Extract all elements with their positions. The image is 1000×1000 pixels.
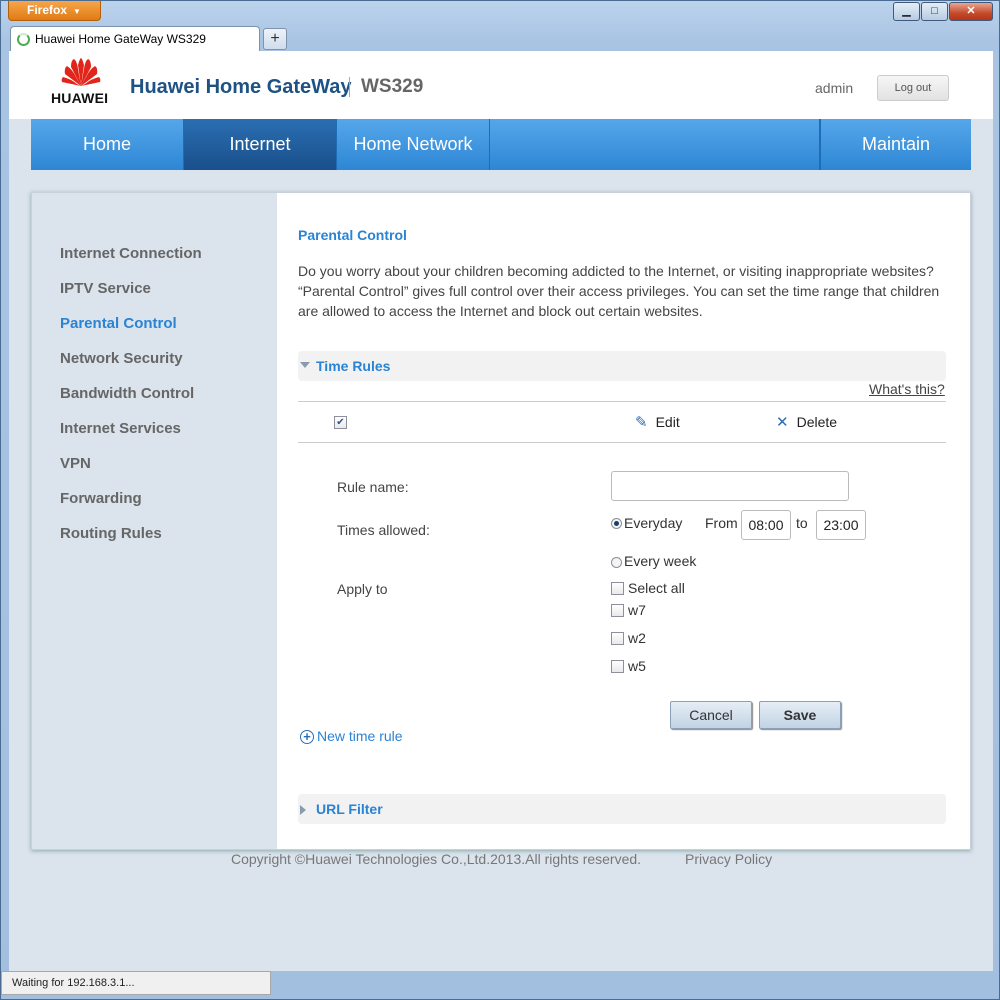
new-tab-button[interactable]: + <box>263 28 287 50</box>
new-time-rule-label: New time rule <box>317 728 403 744</box>
page-header: HUAWEI Huawei Home GateWay WS329 admin L… <box>9 51 993 119</box>
expand-triangle-icon <box>300 805 306 815</box>
from-time-input[interactable]: 08:00 <box>741 510 791 540</box>
sidebar-item-network-security[interactable]: Network Security <box>60 350 183 367</box>
url-filter-section-header[interactable]: URL Filter <box>298 794 946 824</box>
main-nav: Home Internet Home Network Maintain <box>31 119 971 170</box>
rule-name-input[interactable] <box>611 471 849 501</box>
every-week-label: Every week <box>624 553 697 569</box>
browser-window: Firefox ▼ ▁ □ ✕ Huawei Home GateWay WS329… <box>0 0 1000 1000</box>
sidebar-item-internet-connection[interactable]: Internet Connection <box>60 245 202 262</box>
browser-tab[interactable]: Huawei Home GateWay WS329 <box>10 26 260 51</box>
new-time-rule-link[interactable]: + New time rule <box>300 728 403 744</box>
divider <box>298 401 946 402</box>
select-all-rules-checkbox[interactable]: ✔ <box>334 416 347 429</box>
dropdown-arrow-icon: ▼ <box>73 7 81 16</box>
nav-maintain[interactable]: Maintain <box>820 119 971 170</box>
sidebar-item-iptv-service[interactable]: IPTV Service <box>60 280 151 297</box>
privacy-policy-link[interactable]: Privacy Policy <box>685 851 772 867</box>
sidebar-item-routing-rules[interactable]: Routing Rules <box>60 525 162 542</box>
maximize-button[interactable]: □ <box>921 2 948 21</box>
to-time-input[interactable]: 23:00 <box>816 510 866 540</box>
sidebar-item-internet-services[interactable]: Internet Services <box>60 420 181 437</box>
page-description: Do you worry about your children becomin… <box>298 263 940 319</box>
page-title: Parental Control <box>298 227 407 243</box>
select-all-devices-checkbox[interactable] <box>611 582 624 595</box>
edit-icon: ✎ <box>635 414 648 431</box>
header-divider <box>349 77 350 97</box>
model-name: WS329 <box>361 76 424 97</box>
status-bar: Waiting for 192.168.3.1... <box>1 971 271 995</box>
device-label-w5: w5 <box>628 658 646 674</box>
plus-icon: + <box>300 730 314 744</box>
nav-home[interactable]: Home <box>31 119 184 170</box>
sidebar-item-forwarding[interactable]: Forwarding <box>60 490 142 507</box>
delete-button[interactable]: ✕ Delete <box>776 413 837 431</box>
collapse-triangle-icon <box>300 362 310 368</box>
sidebar-item-parental-control[interactable]: Parental Control <box>60 315 177 332</box>
firefox-menu-button[interactable]: Firefox ▼ <box>8 1 101 21</box>
save-button[interactable]: Save <box>759 701 841 729</box>
every-week-radio[interactable] <box>611 557 622 568</box>
close-window-button[interactable]: ✕ <box>949 2 993 21</box>
minimize-button[interactable]: ▁ <box>893 2 920 21</box>
nav-home-network[interactable]: Home Network <box>337 119 490 170</box>
device-checkbox-w2[interactable] <box>611 632 624 645</box>
delete-label: Delete <box>796 414 838 430</box>
whats-this-link[interactable]: What's this? <box>869 381 945 397</box>
everyday-label: Everyday <box>624 515 683 531</box>
sidebar-item-vpn[interactable]: VPN <box>60 455 91 472</box>
user-name: admin <box>815 80 854 96</box>
nav-internet[interactable]: Internet <box>184 119 337 170</box>
logo-text: HUAWEI <box>51 90 109 106</box>
times-allowed-label: Times allowed: <box>337 522 430 538</box>
copyright-text: Copyright ©Huawei Technologies Co.,Ltd.2… <box>231 851 642 867</box>
logout-button[interactable]: Log out <box>877 75 949 101</box>
delete-icon: ✕ <box>776 414 789 431</box>
sidebar-item-bandwidth-control[interactable]: Bandwidth Control <box>60 385 194 402</box>
sidebar: Internet Connection IPTV Service Parenta… <box>32 193 277 849</box>
from-label: From <box>705 515 738 531</box>
to-label: to <box>796 515 808 531</box>
content-area: Parental Control Do you worry about your… <box>298 193 948 849</box>
edit-button[interactable]: ✎ Edit <box>635 413 680 431</box>
edit-label: Edit <box>655 414 680 430</box>
everyday-radio[interactable] <box>611 518 622 529</box>
device-checkbox-w5[interactable] <box>611 660 624 673</box>
device-label-w2: w2 <box>628 630 646 646</box>
firefox-menu-label: Firefox <box>27 3 68 17</box>
time-rules-label: Time Rules <box>316 358 391 374</box>
rule-name-label: Rule name: <box>337 479 409 495</box>
device-checkbox-w7[interactable] <box>611 604 624 617</box>
divider <box>298 442 946 443</box>
time-rules-section-header[interactable]: Time Rules <box>298 351 946 381</box>
apply-to-label: Apply to <box>337 581 388 597</box>
cancel-button[interactable]: Cancel <box>670 701 752 729</box>
page-viewport: HUAWEI Huawei Home GateWay WS329 admin L… <box>9 51 993 971</box>
select-all-label: Select all <box>628 580 685 596</box>
device-label-w7: w7 <box>628 602 646 618</box>
loading-spinner-icon <box>17 33 30 46</box>
nav-spacer <box>490 119 820 170</box>
main-panel: Internet Connection IPTV Service Parenta… <box>31 192 971 850</box>
huawei-logo-icon <box>61 58 101 86</box>
product-name: Huawei Home GateWay <box>130 76 352 98</box>
tab-title: Huawei Home GateWay WS329 <box>35 32 206 46</box>
url-filter-label: URL Filter <box>316 801 383 817</box>
